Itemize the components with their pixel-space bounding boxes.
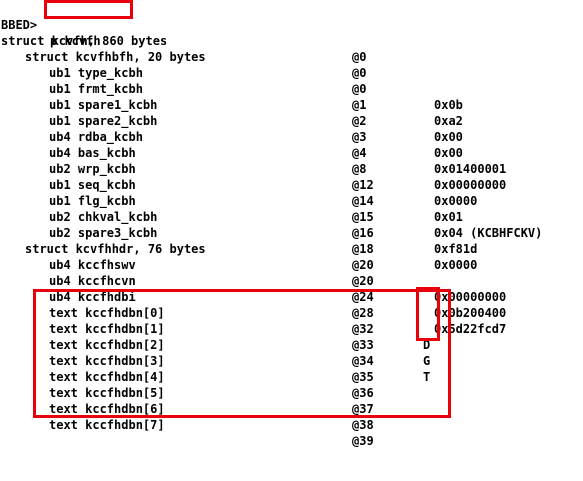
table-row: ub1 seq_kcbh @14 0x01	[0, 161, 583, 224]
table-row: ub4 kccfhcvn @24 0x0b200400	[0, 257, 583, 320]
table-row: ub4 kccfhdbi @28 0x5d22fcd7	[0, 273, 583, 336]
table-row: ub1 type_kcbh @0 0x0b	[0, 49, 583, 112]
table-row: ub4 bas_kcbh @8 0x00000000	[0, 129, 583, 192]
table-row: ub2 chkval_kcbh @16 0xf81d	[0, 193, 583, 256]
command-highlight-box	[44, 0, 133, 19]
table-row: ub1 spare2_kcbh @3 0x00	[0, 97, 583, 160]
table-row: ub4 rdba_kcbh @4 0x01400001	[0, 113, 583, 176]
table-row: struct kcvfhbfh, 20 bytes @0	[0, 33, 583, 80]
field-offset: @38	[352, 418, 374, 432]
struct-header-line: struct kcvfh, 860 bytes @0	[0, 17, 583, 64]
table-row: ub1 frmt_kcbh @1 0xa2	[0, 65, 583, 128]
field-offset: @39	[352, 434, 374, 448]
dbname-chars-highlight-box	[416, 287, 440, 341]
table-row: ub1 spare1_kcbh @2 0x00	[0, 81, 583, 144]
table-row: struct kcvfhhdr, 76 bytes @20	[0, 225, 583, 272]
dbname-rows-highlight-box	[33, 289, 451, 418]
table-row: ub2 wrp_kcbh @12 0x0000	[0, 145, 583, 208]
field-name: text kccfhdbn[7]	[49, 418, 165, 432]
table-row: ub2 spare3_kcbh @18 0x0000	[0, 209, 583, 272]
table-row: ub1 flg_kcbh @15 0x04 (KCBHFCKV)	[0, 177, 583, 240]
table-row: ub4 kccfhswv @20 0x00000000	[0, 241, 583, 304]
